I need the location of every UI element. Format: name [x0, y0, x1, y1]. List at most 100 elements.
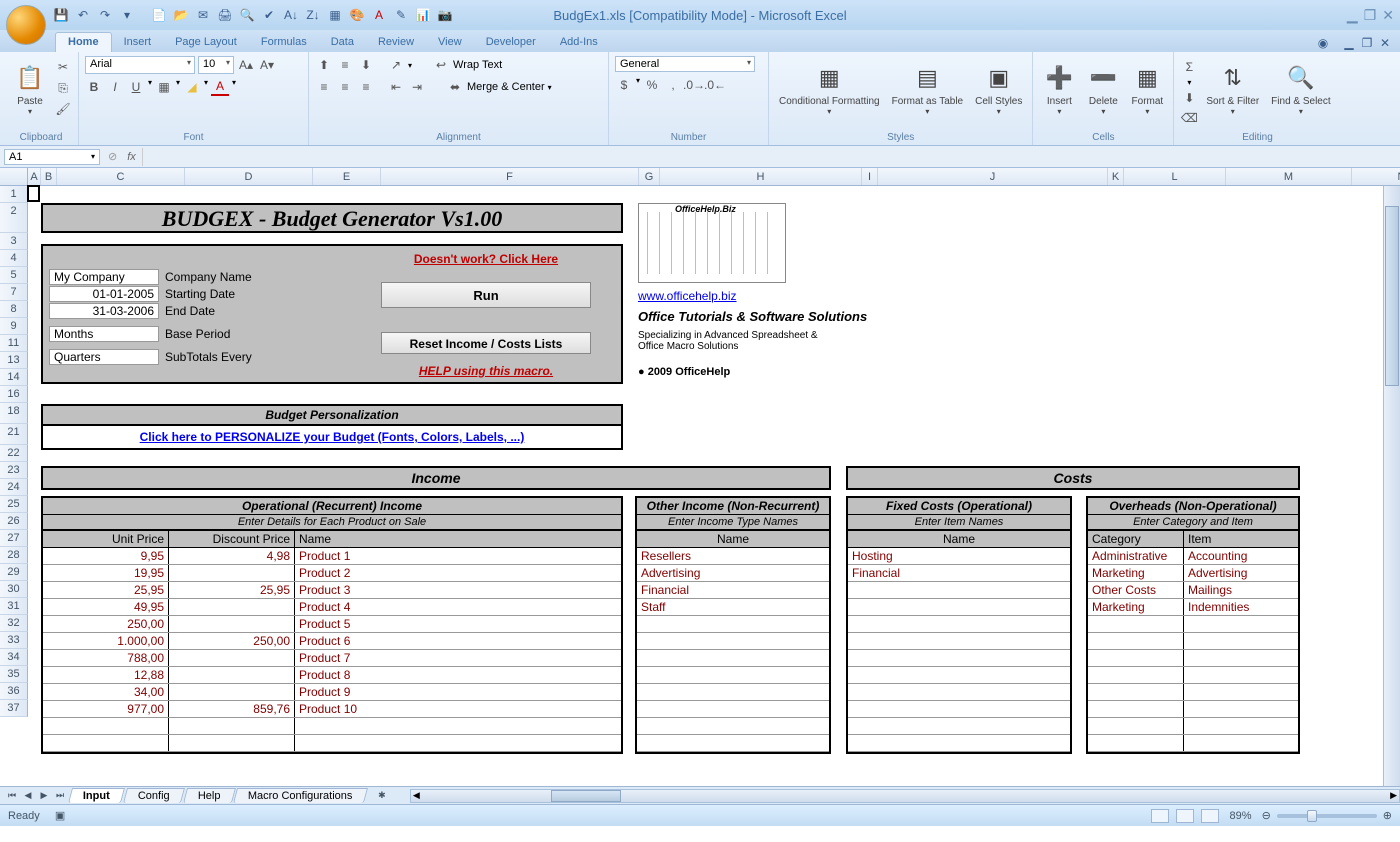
col-header-B[interactable]: B	[41, 168, 57, 185]
col-header-F[interactable]: F	[381, 168, 639, 185]
zoom-out-icon[interactable]: ⊖	[1262, 809, 1271, 822]
decrease-decimal-icon[interactable]: .0←	[706, 76, 724, 94]
op-income-row[interactable]: 9,954,98Product 1	[43, 548, 621, 565]
conditional-formatting-button[interactable]: ▦Conditional Formatting▾	[775, 56, 884, 122]
fixed-cost-row[interactable]	[848, 599, 1070, 616]
page-layout-view-icon[interactable]	[1176, 809, 1194, 823]
other-income-row[interactable]	[637, 701, 829, 718]
other-income-row[interactable]	[637, 718, 829, 735]
fill-color-icon[interactable]: 🎨	[348, 6, 366, 24]
save-icon[interactable]: 💾	[52, 6, 70, 24]
op-income-row[interactable]: 788,00Product 7	[43, 650, 621, 667]
row-header-33[interactable]: 33	[0, 632, 28, 649]
zoom-in-icon[interactable]: ⊕	[1383, 809, 1392, 822]
first-sheet-icon[interactable]: ⏮	[4, 789, 20, 803]
fixed-cost-row[interactable]	[848, 650, 1070, 667]
zoom-slider-thumb[interactable]	[1307, 810, 1317, 822]
fixed-cost-row[interactable]: Financial	[848, 565, 1070, 582]
mail-icon[interactable]: ✉	[194, 6, 212, 24]
select-all-corner[interactable]	[0, 168, 28, 186]
prev-sheet-icon[interactable]: ◀	[20, 789, 36, 803]
row-header-28[interactable]: 28	[0, 547, 28, 564]
sort-desc-icon[interactable]: Z↓	[304, 6, 322, 24]
col-header-H[interactable]: H	[660, 168, 862, 185]
tab-formulas[interactable]: Formulas	[249, 33, 319, 52]
row-header-5[interactable]: 5	[0, 267, 28, 284]
col-header-N[interactable]: N	[1352, 168, 1400, 185]
overhead-row[interactable]	[1088, 701, 1298, 718]
align-bottom-icon[interactable]: ⬇	[357, 56, 375, 74]
col-header-E[interactable]: E	[313, 168, 381, 185]
help-link[interactable]: HELP using this macro.	[419, 364, 553, 378]
fixed-cost-row[interactable]	[848, 633, 1070, 650]
overhead-row[interactable]: MarketingIndemnities	[1088, 599, 1298, 616]
reset-button[interactable]: Reset Income / Costs Lists	[381, 332, 591, 354]
fixed-cost-row[interactable]	[848, 718, 1070, 735]
border-icon[interactable]: ▦	[155, 78, 173, 96]
tab-data[interactable]: Data	[319, 33, 366, 52]
overhead-row[interactable]: Other CostsMailings	[1088, 582, 1298, 599]
tab-view[interactable]: View	[426, 33, 474, 52]
restore-workbook-icon[interactable]: ❐	[1358, 34, 1376, 52]
other-income-row[interactable]	[637, 684, 829, 701]
fixed-cost-row[interactable]	[848, 701, 1070, 718]
row-header-3[interactable]: 3	[0, 233, 28, 250]
op-income-row[interactable]	[43, 735, 621, 752]
row-header-37[interactable]: 37	[0, 700, 28, 717]
minimize-icon[interactable]: ▁	[1347, 7, 1358, 24]
op-income-row[interactable]: 1.000,00250,00Product 6	[43, 633, 621, 650]
preview-icon[interactable]: 🔍	[238, 6, 256, 24]
row-header-14[interactable]: 14	[0, 369, 28, 386]
font-size-dropdown[interactable]: 10	[198, 56, 234, 74]
fx-icon[interactable]: fx	[121, 151, 142, 163]
other-income-row[interactable]: Staff	[637, 599, 829, 616]
italic-icon[interactable]: I	[106, 78, 124, 96]
tab-review[interactable]: Review	[366, 33, 426, 52]
overhead-row[interactable]	[1088, 735, 1298, 752]
sheet-tab-config[interactable]: Config	[123, 788, 185, 803]
col-header-M[interactable]: M	[1226, 168, 1352, 185]
sheet-tab-macro[interactable]: Macro Configurations	[233, 788, 368, 803]
row-header-1[interactable]: 1	[0, 186, 28, 203]
row-header-34[interactable]: 34	[0, 649, 28, 666]
op-income-row[interactable]: 250,00Product 5	[43, 616, 621, 633]
cell-styles-button[interactable]: ▣Cell Styles▾	[971, 56, 1026, 122]
op-income-row[interactable]: 25,9525,95Product 3	[43, 582, 621, 599]
formula-input[interactable]	[142, 148, 1400, 166]
office-button[interactable]	[6, 5, 46, 45]
find-select-button[interactable]: 🔍Find & Select▾	[1267, 56, 1334, 122]
paste-button[interactable]: 📋 Paste▾	[10, 56, 50, 122]
op-income-row[interactable]: 977,00859,76Product 10	[43, 701, 621, 718]
base-period-input[interactable]: Months	[49, 326, 159, 342]
row-header-31[interactable]: 31	[0, 598, 28, 615]
other-income-row[interactable]: Resellers	[637, 548, 829, 565]
qat-dropdown-icon[interactable]: ▾	[118, 6, 136, 24]
row-header-25[interactable]: 25	[0, 496, 28, 513]
close-icon[interactable]: ✕	[1382, 7, 1394, 24]
col-header-L[interactable]: L	[1124, 168, 1226, 185]
close-workbook-icon[interactable]: ✕	[1376, 34, 1394, 52]
comma-icon[interactable]: ,	[664, 76, 682, 94]
col-header-A[interactable]: A	[28, 168, 41, 185]
row-header-27[interactable]: 27	[0, 530, 28, 547]
wrap-text-button[interactable]: Wrap Text	[453, 59, 502, 71]
new-icon[interactable]: 📄	[150, 6, 168, 24]
currency-icon[interactable]: $	[615, 76, 633, 94]
col-header-J[interactable]: J	[878, 168, 1108, 185]
personalize-link[interactable]: Click here to PERSONALIZE your Budget (F…	[140, 430, 525, 444]
op-income-row[interactable]: 49,95Product 4	[43, 599, 621, 616]
fill-color-icon[interactable]: ◢	[183, 78, 201, 96]
help-icon[interactable]: ◉	[1314, 34, 1332, 52]
grid-content[interactable]: BUDGEX - Budget Generator Vs1.00 Doesn't…	[28, 186, 1400, 786]
op-income-row[interactable]: 19,95Product 2	[43, 565, 621, 582]
merge-icon[interactable]: ⬌	[446, 78, 464, 96]
horizontal-scrollbar[interactable]: ◀ ▶	[410, 789, 1400, 803]
align-center-icon[interactable]: ≡	[336, 78, 354, 96]
fixed-cost-row[interactable]: Hosting	[848, 548, 1070, 565]
op-income-row[interactable]	[43, 718, 621, 735]
row-header-16[interactable]: 16	[0, 386, 28, 403]
decrease-indent-icon[interactable]: ⇤	[387, 78, 405, 96]
tab-add-ins[interactable]: Add-Ins	[548, 33, 610, 52]
col-header-I[interactable]: I	[862, 168, 878, 185]
row-header-26[interactable]: 26	[0, 513, 28, 530]
